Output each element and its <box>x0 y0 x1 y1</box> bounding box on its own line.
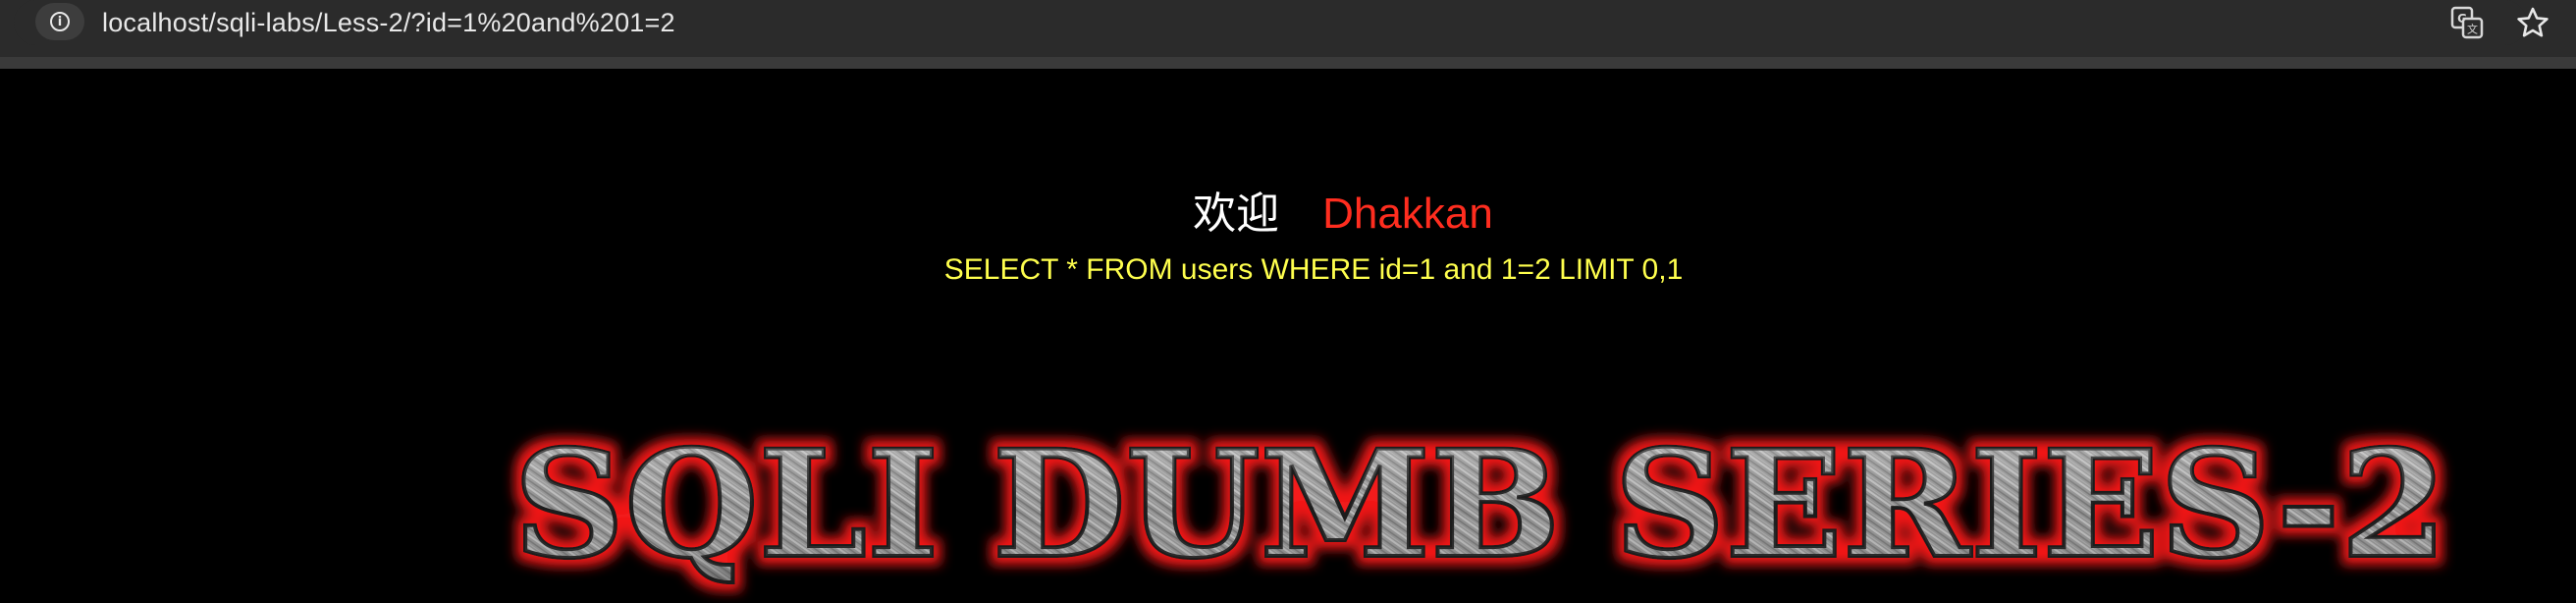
svg-text:文: 文 <box>2467 23 2478 36</box>
info-icon[interactable]: i <box>35 3 84 40</box>
address-bar[interactable]: i localhost/sqli-labs/Less-2/?id=1%20and… <box>14 0 2527 45</box>
welcome-message: 欢迎 Dhakkan <box>0 187 2576 242</box>
star-icon[interactable] <box>2515 5 2550 40</box>
banner-text-shading: SQLI DUMB SERIES-2 <box>513 418 2447 591</box>
translate-icon[interactable]: G 文 <box>2450 6 2484 39</box>
sql-query-text: SELECT * FROM users WHERE id=1 and 1=2 L… <box>0 251 2576 289</box>
url-text[interactable]: localhost/sqli-labs/Less-2/?id=1%20and%2… <box>102 6 675 39</box>
browser-toolbar: i localhost/sqli-labs/Less-2/?id=1%20and… <box>0 0 2576 69</box>
sql-query: SELECT * FROM users WHERE id=1 and 1=2 L… <box>943 253 1684 286</box>
welcome-word: 欢迎 <box>1193 189 1280 239</box>
title-banner: SQLI DUMB SERIES-2 SQLI DUMB SERIES-2 <box>511 416 2449 593</box>
welcome-name: Dhakkan <box>1322 190 1493 238</box>
